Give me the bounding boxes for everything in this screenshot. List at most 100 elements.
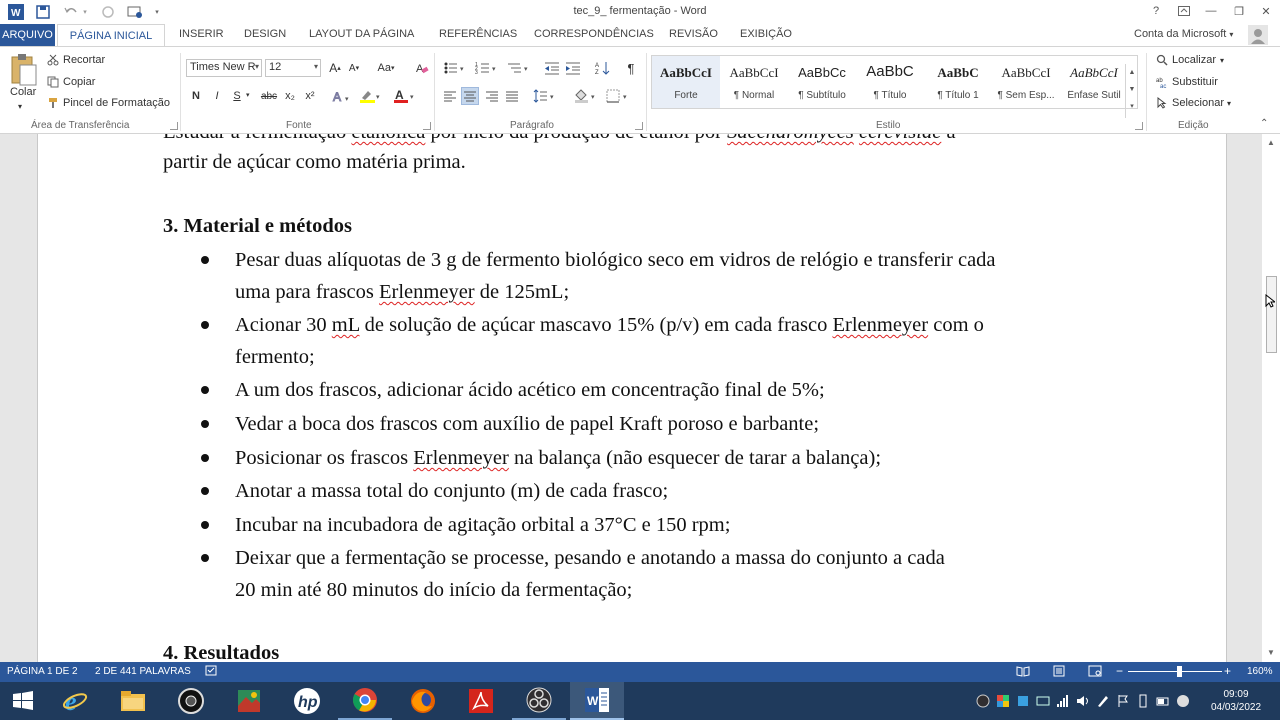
acrobat-icon[interactable] [454, 682, 508, 720]
start-icon[interactable] [0, 682, 46, 720]
underline-dropdown-icon[interactable]: ▾ [246, 91, 250, 99]
cut-button[interactable]: Recortar [47, 54, 105, 66]
account-avatar[interactable] [1248, 25, 1268, 45]
increase-indent-icon[interactable] [564, 59, 582, 77]
account-menu[interactable]: Conta da Microsoft ▾ [1134, 28, 1233, 40]
paste-button[interactable]: Colar [10, 86, 36, 98]
vertical-scrollbar[interactable]: ▲ ▼ [1262, 134, 1280, 662]
ribbon-display-options-button[interactable] [1174, 3, 1194, 19]
obs-icon[interactable] [512, 682, 566, 720]
tab-mailings[interactable]: CORRESPONDÊNCIAS [534, 28, 654, 40]
zoom-level[interactable]: 160% [1247, 666, 1273, 677]
font-size-combo[interactable]: 12 ▾ [265, 59, 321, 77]
show-marks-icon[interactable]: ¶ [622, 59, 640, 77]
style-tile[interactable]: AaBbC ¶ Título 1 [924, 56, 992, 108]
sort-icon[interactable]: AZ [594, 59, 612, 77]
borders-icon[interactable]: ▾ [605, 87, 631, 105]
subscript-button[interactable]: x₂ [281, 87, 299, 105]
find-button[interactable]: Localizar ▾ [1156, 54, 1224, 66]
clear-formatting-icon[interactable]: A [413, 59, 431, 77]
tab-insert[interactable]: INSERIR [179, 28, 224, 40]
change-case-button[interactable]: Aa ▾ [372, 59, 400, 77]
display-icon[interactable] [1036, 694, 1050, 708]
italic-button[interactable]: I [208, 87, 226, 105]
photos-icon[interactable] [222, 682, 276, 720]
style-tile[interactable]: AaBbC ¶ Título [856, 56, 924, 108]
scroll-up-icon[interactable]: ▲ [1266, 138, 1276, 147]
decrease-indent-icon[interactable] [543, 59, 561, 77]
bullets-icon[interactable]: ▾ [442, 59, 468, 77]
zoom-out-button[interactable]: − [1116, 664, 1123, 678]
obs-tray-icon[interactable] [976, 694, 990, 708]
battery-icon[interactable] [1156, 694, 1170, 708]
read-mode-icon[interactable] [1016, 665, 1030, 680]
style-tile[interactable]: AaBbCc ¶ Subtítulo [788, 56, 856, 108]
highlight-color-icon[interactable]: ▾ [358, 87, 384, 105]
paste-dropdown-icon[interactable]: ▾ [18, 102, 22, 111]
multilevel-list-icon[interactable]: ▾ [506, 59, 532, 77]
tab-home[interactable]: PÁGINA INICIAL [57, 24, 165, 46]
shrink-font-button[interactable]: A ▾ [345, 59, 363, 77]
page-counter[interactable]: PÁGINA 1 DE 2 [7, 666, 78, 677]
tab-page-layout[interactable]: LAYOUT DA PÁGINA [309, 28, 414, 40]
style-tile[interactable]: AaBbCcI ¶ Sem Esp... [992, 56, 1060, 108]
align-right-icon[interactable] [483, 87, 501, 105]
file-explorer-icon[interactable] [106, 682, 160, 720]
network-signal-icon[interactable] [1056, 694, 1070, 708]
shield-icon[interactable] [1016, 694, 1030, 708]
format-painter-button[interactable]: Pincel de Formatação [47, 97, 170, 109]
collapse-ribbon-icon[interactable]: ⌃ [1260, 118, 1268, 129]
close-button[interactable]: ✕ [1256, 3, 1276, 19]
grow-font-button[interactable]: A ▴ [326, 59, 344, 77]
help-button[interactable]: ? [1146, 3, 1166, 19]
font-color-icon[interactable]: A ▾ [392, 87, 418, 105]
font-name-combo[interactable]: Times New R ▾ [186, 59, 262, 77]
flag-icon[interactable] [1116, 694, 1130, 708]
strikethrough-button[interactable]: abc [258, 87, 280, 105]
zoom-in-button[interactable]: + [1224, 664, 1231, 678]
style-tile[interactable]: AaBbCcI Ênfase Sutil [1060, 56, 1128, 108]
copy-button[interactable]: Copiar [47, 76, 95, 88]
select-button[interactable]: Selecionar ▾ [1156, 96, 1231, 109]
styles-dialog-launcher[interactable] [1135, 122, 1143, 130]
justify-icon[interactable] [503, 87, 521, 105]
align-center-icon[interactable] [461, 87, 479, 105]
document-page[interactable]: Estudar a fermentação etanólica por meio… [37, 134, 1227, 662]
color-tray-icon[interactable] [996, 694, 1010, 708]
line-spacing-icon[interactable]: ▾ [532, 87, 558, 105]
superscript-button[interactable]: x² [301, 87, 319, 105]
style-tile[interactable]: AaBbCcI ¶ Normal [720, 56, 788, 108]
zoom-slider-track[interactable] [1128, 671, 1222, 672]
shading-icon[interactable]: ▾ [573, 87, 599, 105]
tab-design[interactable]: DESIGN [244, 28, 286, 40]
notifications-icon[interactable] [1176, 694, 1190, 708]
zoom-slider-thumb[interactable] [1177, 666, 1182, 677]
pen-icon[interactable] [1096, 694, 1110, 708]
bold-button[interactable]: N [187, 87, 205, 105]
paragraph-dialog-launcher[interactable] [635, 122, 643, 130]
style-tile[interactable]: AaBbCcI Forte [652, 56, 720, 108]
tab-review[interactable]: REVISÃO [669, 28, 718, 40]
underline-button[interactable]: S [228, 87, 246, 105]
minimize-button[interactable]: — [1201, 3, 1221, 19]
clipboard-dialog-launcher[interactable] [170, 122, 178, 130]
hp-icon[interactable]: hp [280, 682, 334, 720]
numbering-icon[interactable]: 1 2 3 ▾ [474, 59, 500, 77]
align-left-icon[interactable] [441, 87, 459, 105]
volume-icon[interactable] [1076, 694, 1090, 708]
tab-file[interactable]: ARQUIVO [0, 24, 55, 46]
web-layout-icon[interactable] [1088, 665, 1102, 680]
word-icon[interactable]: W [570, 682, 624, 720]
text-effects-icon[interactable]: A ▾ [330, 87, 354, 105]
print-layout-icon[interactable] [1052, 665, 1066, 680]
tab-view[interactable]: EXIBIÇÃO [740, 28, 792, 40]
tab-references[interactable]: REFERÊNCIAS [439, 28, 517, 40]
replace-button[interactable]: ab ac Substituir [1156, 76, 1218, 90]
clock[interactable]: 09:09 04/03/2022 [1200, 688, 1272, 714]
word-counter[interactable]: 2 DE 441 PALAVRAS [95, 666, 191, 677]
paste-icon[interactable] [8, 53, 38, 87]
scrollbar-thumb[interactable] [1266, 276, 1277, 353]
scroll-down-icon[interactable]: ▼ [1266, 648, 1276, 657]
font-dialog-launcher[interactable] [423, 122, 431, 130]
usb-icon[interactable] [1136, 694, 1150, 708]
